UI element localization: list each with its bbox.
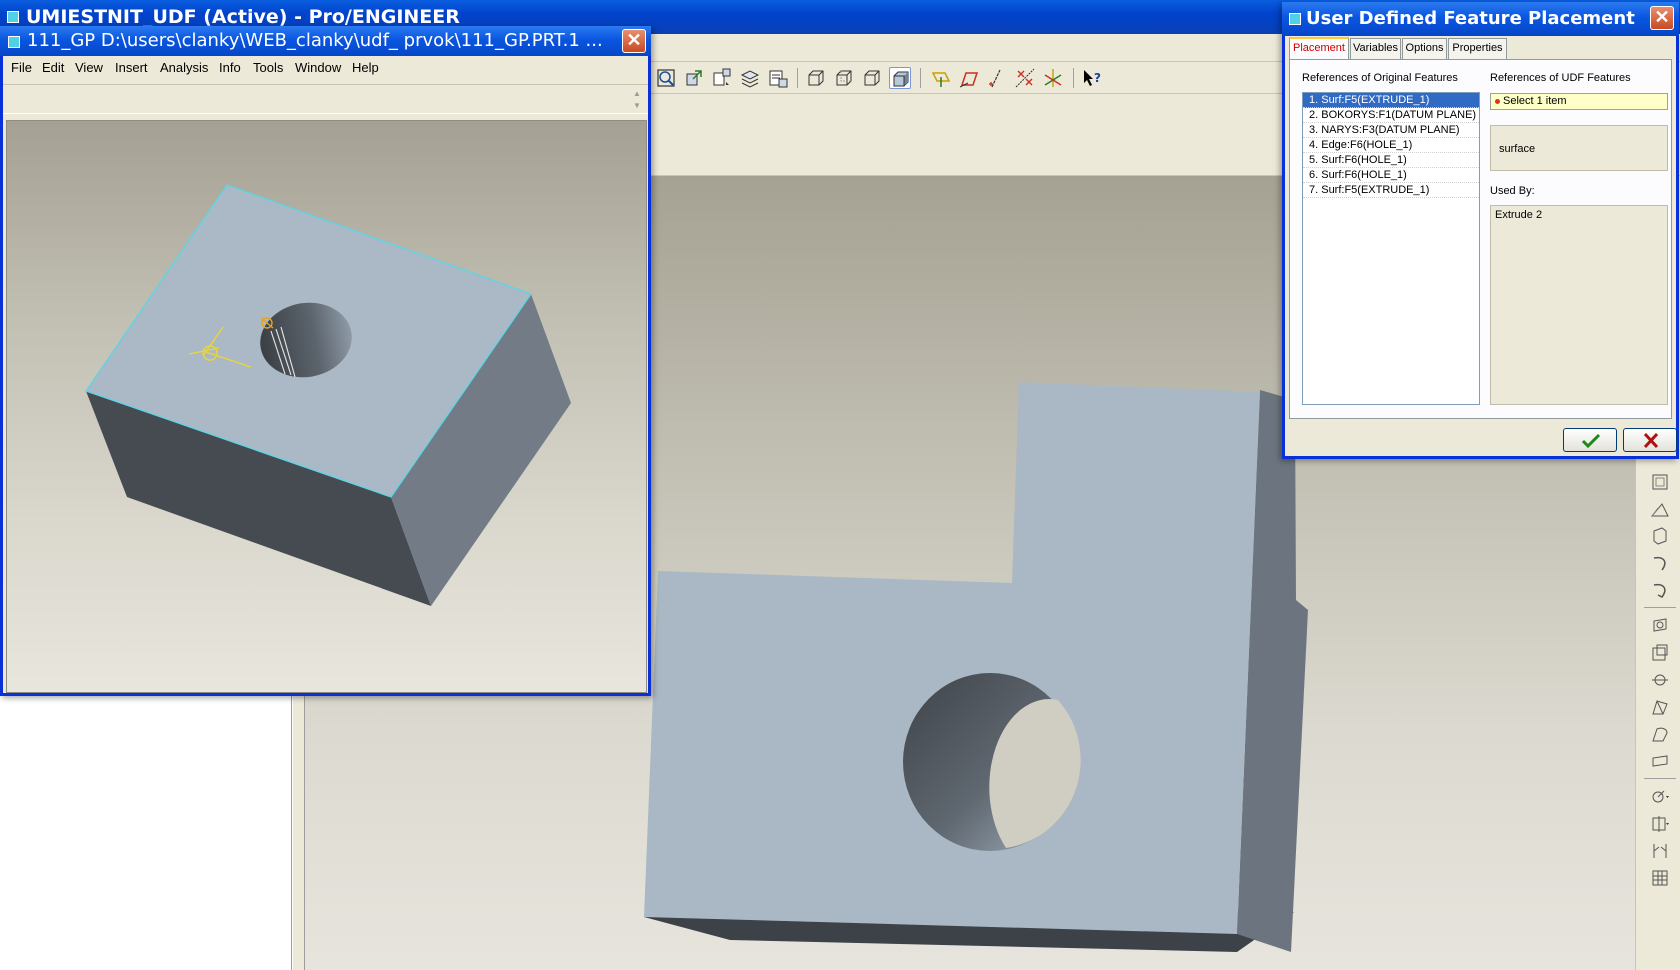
toolbar-separator: [1073, 68, 1074, 88]
original-references-header: References of Original Features: [1302, 72, 1458, 84]
round-tool-icon[interactable]: [1648, 723, 1672, 745]
sketch-tool-icon[interactable]: [1648, 498, 1672, 520]
view-manager-icon[interactable]: [767, 67, 789, 89]
reference-type-box: surface: [1490, 125, 1668, 171]
app-icon: [8, 36, 20, 48]
list-item[interactable]: 7. Surf:F5(EXTRUDE_1): [1303, 183, 1479, 198]
part-window-graphics-area[interactable]: [6, 120, 647, 693]
ok-button[interactable]: [1563, 428, 1617, 452]
scroll-up-icon[interactable]: ▲: [630, 88, 644, 100]
menu-insert[interactable]: Insert: [115, 60, 148, 75]
used-by-item[interactable]: Extrude 2: [1495, 209, 1663, 221]
toolbar-separator: [920, 68, 921, 88]
list-item[interactable]: 2. BOKORYS:F1(DATUM PLANE): [1303, 108, 1479, 123]
extrude-tool-icon[interactable]: [1648, 525, 1672, 547]
list-item[interactable]: 3. NARYS:F3(DATUM PLANE): [1303, 123, 1479, 138]
checkmark-icon: [1581, 433, 1601, 449]
datum-points-icon[interactable]: [986, 67, 1008, 89]
sweep-tool-icon[interactable]: [1648, 579, 1672, 601]
part-window[interactable]: 111_GP D:\users\clanky\WEB_clanky\udf_ p…: [0, 26, 651, 696]
shell-tool-icon[interactable]: [1648, 642, 1672, 664]
main-window-title: UMIESTNIT_UDF (Active) - Pro/ENGINEER: [26, 6, 460, 28]
app-icon: [1289, 13, 1301, 25]
used-by-list[interactable]: Extrude 2: [1490, 205, 1668, 405]
model-tree-panel[interactable]: [0, 696, 292, 970]
toolbar-scroll-control[interactable]: ▲ ▼: [630, 88, 644, 112]
part-window-close-button[interactable]: ✕: [622, 29, 646, 53]
menu-file[interactable]: File: [11, 60, 32, 75]
tab-placement[interactable]: Placement: [1289, 37, 1349, 59]
coordinate-systems-icon[interactable]: [1014, 67, 1036, 89]
no-hidden-icon[interactable]: [861, 67, 883, 89]
udf-dialog-title: User Defined Feature Placement: [1306, 8, 1635, 29]
list-item[interactable]: 4. Edge:F6(HOLE_1): [1303, 138, 1479, 153]
udf-reference-collector[interactable]: Select 1 item: [1490, 93, 1668, 110]
pattern-tool-icon[interactable]: [1648, 786, 1672, 808]
zoom-fit-icon[interactable]: [655, 67, 677, 89]
part-window-menubar: File Edit View Insert Analysis Info Tool…: [3, 56, 648, 80]
udf-references-header: References of UDF Features: [1490, 72, 1631, 84]
list-item[interactable]: 5. Surf:F6(HOLE_1): [1303, 153, 1479, 168]
merge-tool-icon[interactable]: [1648, 840, 1672, 862]
toolbar-separator: [1644, 607, 1676, 608]
reference-type-value: surface: [1499, 143, 1536, 155]
original-references-list[interactable]: 1. Surf:F5(EXTRUDE_1) 2. BOKORYS:F1(DATU…: [1302, 92, 1480, 405]
list-item[interactable]: 1. Surf:F5(EXTRUDE_1): [1303, 93, 1479, 108]
menu-tools[interactable]: Tools: [253, 60, 283, 75]
collector-prompt: Select 1 item: [1503, 95, 1567, 107]
udf-dialog-close-button[interactable]: ✕: [1650, 6, 1674, 30]
toolbar-separator: [797, 68, 798, 88]
revolve-tool-icon[interactable]: [1648, 552, 1672, 574]
selection-bullet-icon: [1495, 99, 1500, 104]
mirror-tool-icon[interactable]: [1648, 813, 1672, 835]
panel-sash[interactable]: [292, 696, 305, 970]
used-by-label: Used By:: [1490, 185, 1535, 197]
app-icon: [7, 11, 19, 23]
datum-axes-icon[interactable]: [958, 67, 980, 89]
scroll-down-icon[interactable]: ▼: [630, 100, 644, 112]
tab-properties[interactable]: Properties: [1448, 38, 1507, 59]
hole-tool-icon[interactable]: [1648, 615, 1672, 637]
part-window-toolbar-area: [3, 84, 648, 114]
placement-tab-panel: References of Original Features Referenc…: [1289, 59, 1672, 419]
part-window-titlebar[interactable]: 111_GP D:\users\clanky\WEB_clanky\udf_ p…: [0, 26, 651, 56]
context-help-icon[interactable]: ?: [1081, 67, 1103, 89]
wireframe-icon[interactable]: [805, 67, 827, 89]
datum-planes-icon[interactable]: [930, 67, 952, 89]
orient-icon[interactable]: [683, 67, 705, 89]
svg-text:?: ?: [1094, 71, 1101, 85]
datum-plane-tool-icon[interactable]: [1648, 471, 1672, 493]
rib-tool-icon[interactable]: [1648, 669, 1672, 691]
toolbar-separator: [1644, 778, 1676, 779]
right-feature-toolbar: [1635, 455, 1680, 970]
udf-dialog-titlebar[interactable]: User Defined Feature Placement: [1282, 2, 1679, 36]
menu-window[interactable]: Window: [295, 60, 341, 75]
hidden-line-icon[interactable]: [833, 67, 855, 89]
cross-icon: [1643, 432, 1659, 449]
tab-options[interactable]: Options: [1402, 38, 1447, 59]
cancel-button[interactable]: [1623, 428, 1677, 452]
menu-view[interactable]: View: [75, 60, 103, 75]
menu-analysis[interactable]: Analysis: [160, 60, 208, 75]
udf-placement-dialog[interactable]: User Defined Feature Placement ✕ Placeme…: [1282, 2, 1679, 459]
tab-variables[interactable]: Variables: [1350, 38, 1401, 59]
menu-edit[interactable]: Edit: [42, 60, 64, 75]
chamfer-tool-icon[interactable]: [1648, 750, 1672, 772]
main-toolbar: ?: [650, 62, 1310, 94]
shading-icon[interactable]: [889, 67, 911, 89]
spin-center-icon[interactable]: [1042, 67, 1064, 89]
menu-info[interactable]: Info: [219, 60, 241, 75]
list-item[interactable]: 6. Surf:F6(HOLE_1): [1303, 168, 1479, 183]
saved-views-icon[interactable]: [711, 67, 733, 89]
part-window-title: 111_GP D:\users\clanky\WEB_clanky\udf_ p…: [27, 30, 603, 51]
menu-help[interactable]: Help: [352, 60, 379, 75]
draft-tool-icon[interactable]: [1648, 696, 1672, 718]
layers-icon[interactable]: [739, 67, 761, 89]
udf-part-model: [84, 184, 571, 606]
grid-tool-icon[interactable]: [1648, 867, 1672, 889]
